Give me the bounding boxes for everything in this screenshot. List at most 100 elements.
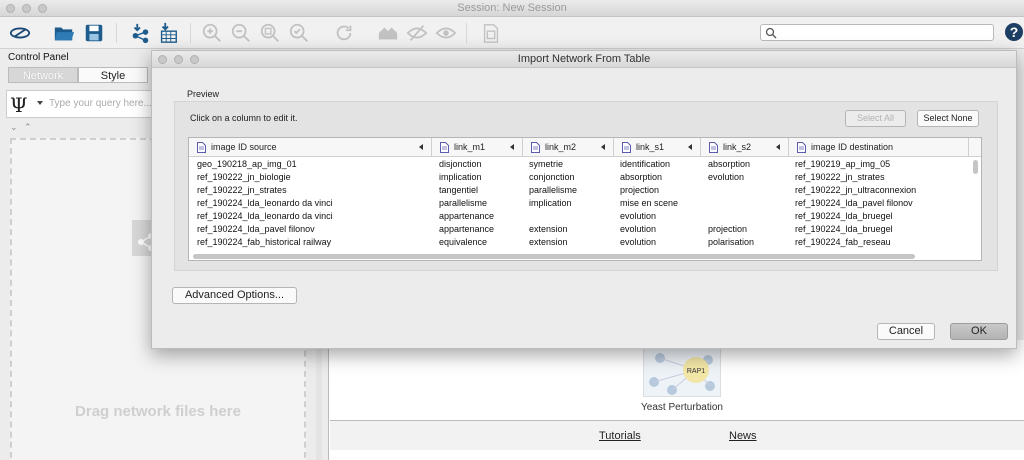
table-cell: absorption <box>620 172 663 182</box>
column-hint: Click on a column to edit it. <box>190 113 298 123</box>
column-label: image ID source <box>211 142 277 152</box>
preview-label: Preview <box>187 89 220 99</box>
zoom-selected-icon[interactable] <box>287 21 311 45</box>
sample-node-label: RAP1 <box>687 368 705 375</box>
table-cell: absorption <box>708 159 751 169</box>
table-cell: ref_190224_lda_bruegel <box>795 211 893 221</box>
network-thumbnail-icon: RAP1 <box>649 353 715 395</box>
table-cell: ref_190219_ap_img_05 <box>795 159 891 169</box>
table-cell: implication <box>529 198 572 208</box>
network-view-icon[interactable] <box>8 21 32 45</box>
table-cell: ref_190222_jn_biologie <box>197 172 291 182</box>
help-icon: ? <box>1005 23 1023 41</box>
table-row[interactable]: ref_190224_lda_pavel filonov appartenance… <box>189 223 981 236</box>
table-row[interactable]: geo_190218_ap_img_01 disjonction symetrie i… <box>189 158 981 171</box>
select-all-button[interactable]: Select All <box>845 110 906 127</box>
table-cell: ref_190222_jn_strates <box>197 185 287 195</box>
document-icon <box>531 142 540 153</box>
table-cell: mise en scene <box>620 198 679 208</box>
news-link[interactable]: News <box>729 430 757 442</box>
document-icon <box>797 142 806 153</box>
import-network-dialog: Import Network From Table Preview Click … <box>151 50 1017 349</box>
column-header[interactable]: link_s2 <box>701 138 789 157</box>
table-row[interactable]: ref_190224_fab_historical railway equival… <box>189 236 981 249</box>
column-header[interactable]: link_s1 <box>614 138 701 157</box>
query-input[interactable]: Type your query here... <box>49 98 152 109</box>
table-cell: symetrie <box>529 159 564 169</box>
refresh-icon[interactable] <box>332 21 356 45</box>
zoom-out-icon[interactable] <box>229 21 253 45</box>
column-menu-icon[interactable] <box>601 144 605 150</box>
hide-icon[interactable] <box>405 21 429 45</box>
column-menu-icon[interactable] <box>419 144 423 150</box>
help-button[interactable]: ? <box>1004 22 1024 42</box>
import-table-icon[interactable] <box>156 21 180 45</box>
table-cell: ref_190224_lda_pavel filonov <box>197 224 315 234</box>
preview-table: image ID source link_m1 link_m2 link_s1 <box>188 137 982 261</box>
open-folder-icon[interactable] <box>52 21 76 45</box>
table-cell: parallelisme <box>529 185 578 195</box>
chevron-down-icon[interactable] <box>37 101 43 105</box>
document-icon <box>709 142 718 153</box>
cancel-button[interactable]: Cancel <box>877 323 935 340</box>
table-cell: evolution <box>708 172 745 182</box>
column-menu-icon[interactable] <box>510 144 514 150</box>
table-cell: ref_190224_lda_pavel filonov <box>795 198 913 208</box>
column-header[interactable]: link_m1 <box>432 138 523 157</box>
document-icon <box>197 142 206 153</box>
expand-collapse-icon[interactable]: ⌄ ⌃ <box>10 122 34 133</box>
column-label: link_m2 <box>545 142 577 152</box>
tutorials-link[interactable]: Tutorials <box>599 430 641 442</box>
column-header[interactable]: link_m2 <box>523 138 614 157</box>
save-icon[interactable] <box>82 21 106 45</box>
column-header[interactable]: image ID source <box>189 138 432 157</box>
ok-button[interactable]: OK <box>950 323 1008 340</box>
help-label: ? <box>1010 24 1019 40</box>
zoom-fit-icon[interactable] <box>258 21 282 45</box>
table-row[interactable]: ref_190224_lda_leonardo da vinci parallel… <box>189 197 981 210</box>
column-menu-icon[interactable] <box>688 144 692 150</box>
table-cell: ref_190222_jn_ultraconnexion <box>795 185 917 195</box>
table-row[interactable]: ref_190222_jn_biologie implication conjonc… <box>189 171 981 184</box>
table-cell: ref_190224_lda_leonardo da vinci <box>197 211 333 221</box>
show-icon[interactable] <box>434 21 458 45</box>
vertical-scrollbar[interactable] <box>973 160 978 174</box>
table-cell: parallelisme <box>439 198 488 208</box>
import-network-icon[interactable] <box>128 21 152 45</box>
tab-network[interactable]: Network <box>8 67 78 83</box>
sample-label[interactable]: Yeast Perturbation <box>626 402 738 413</box>
export-icon[interactable] <box>479 21 503 45</box>
table-body: geo_190218_ap_img_01 disjonction symetrie i… <box>189 158 981 249</box>
table-cell: disjonction <box>439 159 482 169</box>
zoom-in-icon[interactable] <box>200 21 224 45</box>
table-row[interactable]: ref_190222_jn_strates tangentiel paralleli… <box>189 184 981 197</box>
advanced-options-button[interactable]: Advanced Options... <box>172 287 297 304</box>
welcome-links: Tutorials News <box>330 420 1024 450</box>
search-icon <box>765 27 777 39</box>
select-none-button[interactable]: Select None <box>917 110 979 127</box>
table-cell: projection <box>708 224 748 234</box>
tab-style[interactable]: Style <box>78 67 148 83</box>
dialog-titlebar: Import Network From Table <box>152 51 1016 68</box>
table-cell: ref_190222_jn_strates <box>795 172 885 182</box>
column-menu-icon[interactable] <box>776 144 780 150</box>
table-cell: evolution <box>620 224 657 234</box>
sample-thumbnail[interactable]: RAP1 <box>643 345 721 397</box>
table-cell: ref_190224_fab_historical railway <box>197 237 332 247</box>
table-cell: equivalence <box>439 237 488 247</box>
search-input[interactable] <box>760 24 994 41</box>
table-cell: ref_190224_lda_bruegel <box>795 224 893 234</box>
psi-search-icon[interactable]: Ψ <box>10 93 28 117</box>
table-cell: ref_190224_lda_leonardo da vinci <box>197 198 333 208</box>
table-cell: appartenance <box>439 224 495 234</box>
home-icon[interactable] <box>376 21 400 45</box>
horizontal-scrollbar[interactable] <box>193 254 915 259</box>
column-header[interactable]: image ID destination <box>789 138 969 157</box>
column-label: link_s2 <box>723 142 752 152</box>
table-cell: appartenance <box>439 211 495 221</box>
window-titlebar: Session: New Session <box>0 0 1024 17</box>
table-row[interactable]: ref_190224_lda_leonardo da vinci apparten… <box>189 210 981 223</box>
table-cell: projection <box>620 185 660 195</box>
table-cell: evolution <box>620 237 657 247</box>
drop-hint: Drag network files here <box>75 403 241 420</box>
